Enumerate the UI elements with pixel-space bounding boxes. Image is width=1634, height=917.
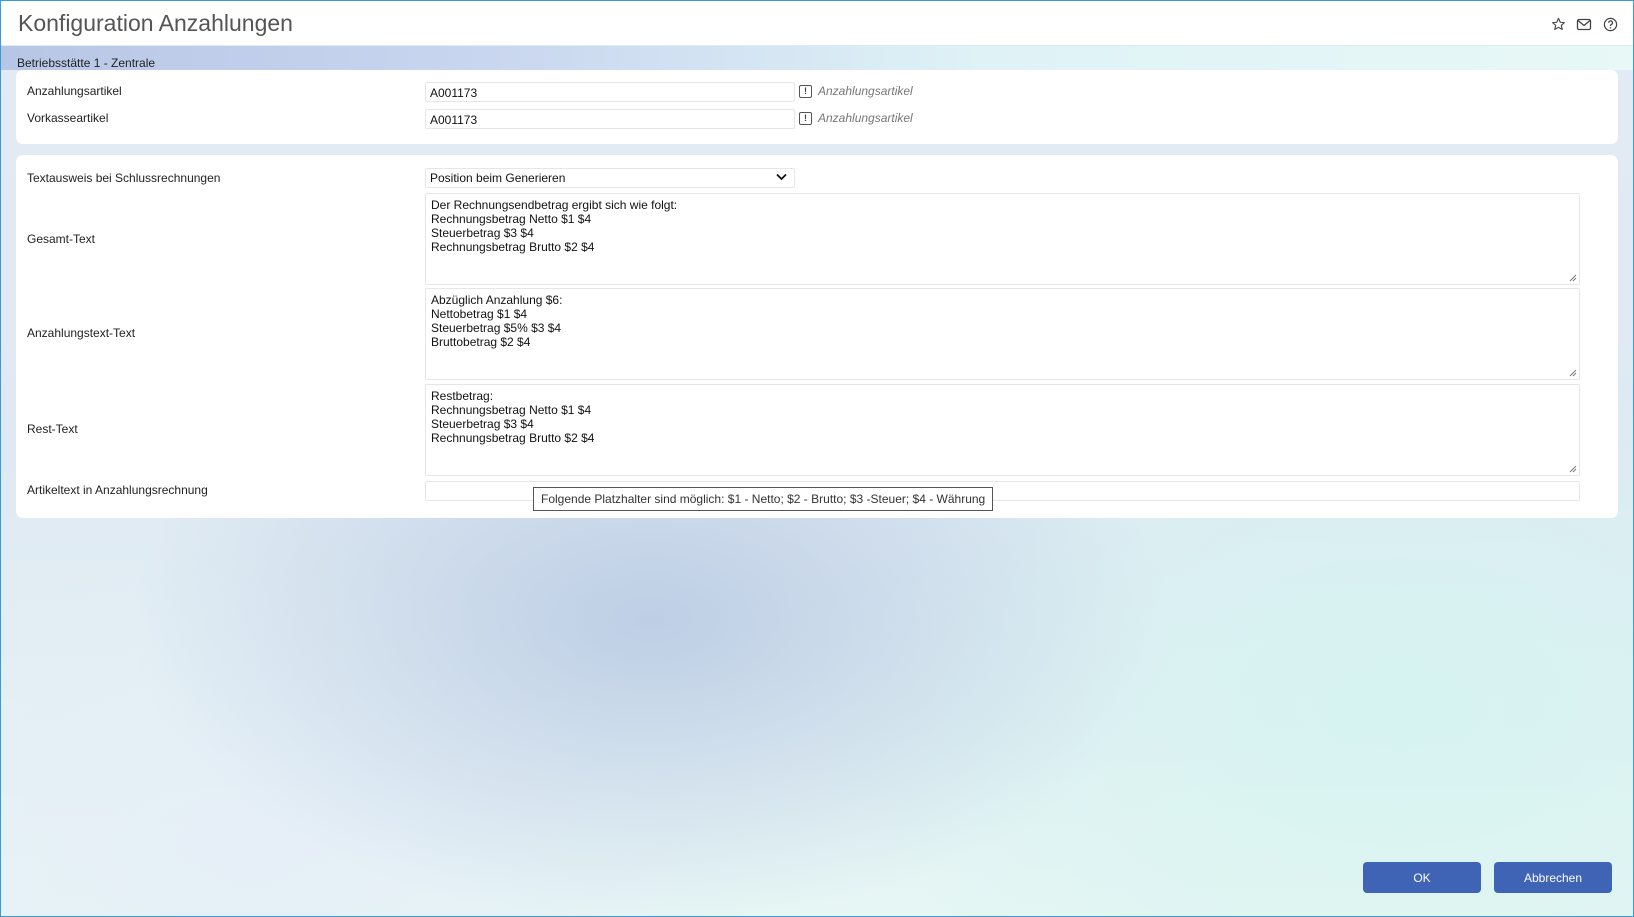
anzahlungstext-textarea[interactable]: Abzüglich Anzahlung $6: Nettobetrag $1 $… [425, 288, 1580, 380]
textarea-line: Steuerbetrag $5% $3 $4 [431, 321, 562, 335]
info-icon: ! [799, 84, 812, 98]
text-config-card: Textausweis bei Schlussrechnungen Positi… [16, 155, 1618, 518]
resize-grip-icon[interactable] [1569, 369, 1577, 377]
anzahlungstext-label: Anzahlungstext-Text [27, 326, 136, 340]
section-header: Betriebsstätte 1 - Zentrale [1, 46, 1633, 70]
chevron-down-icon [776, 172, 787, 184]
textarea-line: Abzüglich Anzahlung $6: [431, 293, 563, 307]
textarea-line: Bruttobetrag $2 $4 [431, 335, 531, 349]
anzahlungsartikel-input[interactable]: A001173 [425, 82, 795, 102]
textarea-line: Rechnungsbetrag Netto $1 $4 [431, 403, 592, 417]
gesamt-text-textarea[interactable]: Der Rechnungsendbetrag ergibt sich wie f… [425, 193, 1580, 285]
textarea-line: Rechnungsbetrag Brutto $2 $4 [431, 431, 595, 445]
textarea-line: Steuerbetrag $3 $4 [431, 417, 534, 431]
vorkasseartikel-hint-text: Anzahlungsartikel [818, 111, 913, 125]
cancel-button[interactable]: Abbrechen [1494, 862, 1612, 893]
textarea-line: Rechnungsbetrag Brutto $2 $4 [431, 240, 595, 254]
resize-grip-icon[interactable] [1569, 274, 1577, 282]
help-icon[interactable] [1601, 15, 1619, 33]
title-icons [1549, 15, 1619, 33]
star-icon[interactable] [1549, 15, 1567, 33]
textarea-line: Nettobetrag $1 $4 [431, 307, 528, 321]
page-title: Konfiguration Anzahlungen [18, 10, 293, 36]
anzahlungsartikel-hint-text: Anzahlungsartikel [818, 84, 913, 98]
anzahlungsartikel-label: Anzahlungsartikel [27, 84, 122, 98]
articles-card: Anzahlungsartikel A001173 ! Anzahlungsar… [16, 70, 1618, 144]
artikeltext-label: Artikeltext in Anzahlungsrechnung [27, 483, 208, 497]
placeholder-tooltip: Folgende Platzhalter sind möglich: $1 - … [533, 487, 994, 511]
textausweis-select[interactable]: Position beim Generieren [425, 168, 795, 188]
textarea-line: Steuerbetrag $3 $4 [431, 226, 534, 240]
textausweis-label: Textausweis bei Schlussrechnungen [27, 171, 221, 185]
textarea-line: Restbetrag: [431, 389, 494, 403]
info-icon: ! [799, 111, 812, 125]
anzahlungsartikel-hint[interactable]: ! Anzahlungsartikel [799, 84, 913, 98]
resize-grip-icon[interactable] [1569, 465, 1577, 473]
ok-button[interactable]: OK [1363, 862, 1481, 893]
gesamt-text-label: Gesamt-Text [27, 232, 96, 246]
vorkasseartikel-hint[interactable]: ! Anzahlungsartikel [799, 111, 913, 125]
section-title: Betriebsstätte 1 - Zentrale [17, 56, 156, 70]
vorkasseartikel-label: Vorkasseartikel [27, 111, 109, 125]
rest-text-label: Rest-Text [27, 422, 78, 436]
textarea-line: Rechnungsbetrag Netto $1 $4 [431, 212, 592, 226]
mail-icon[interactable] [1575, 15, 1593, 33]
rest-text-textarea[interactable]: Restbetrag: Rechnungsbetrag Netto $1 $4 … [425, 384, 1580, 476]
textausweis-value: Position beim Generieren [430, 171, 566, 185]
title-bar: Konfiguration Anzahlungen [1, 1, 1633, 45]
textarea-line: Der Rechnungsendbetrag ergibt sich wie f… [431, 198, 678, 212]
vorkasseartikel-input[interactable]: A001173 [425, 109, 795, 129]
